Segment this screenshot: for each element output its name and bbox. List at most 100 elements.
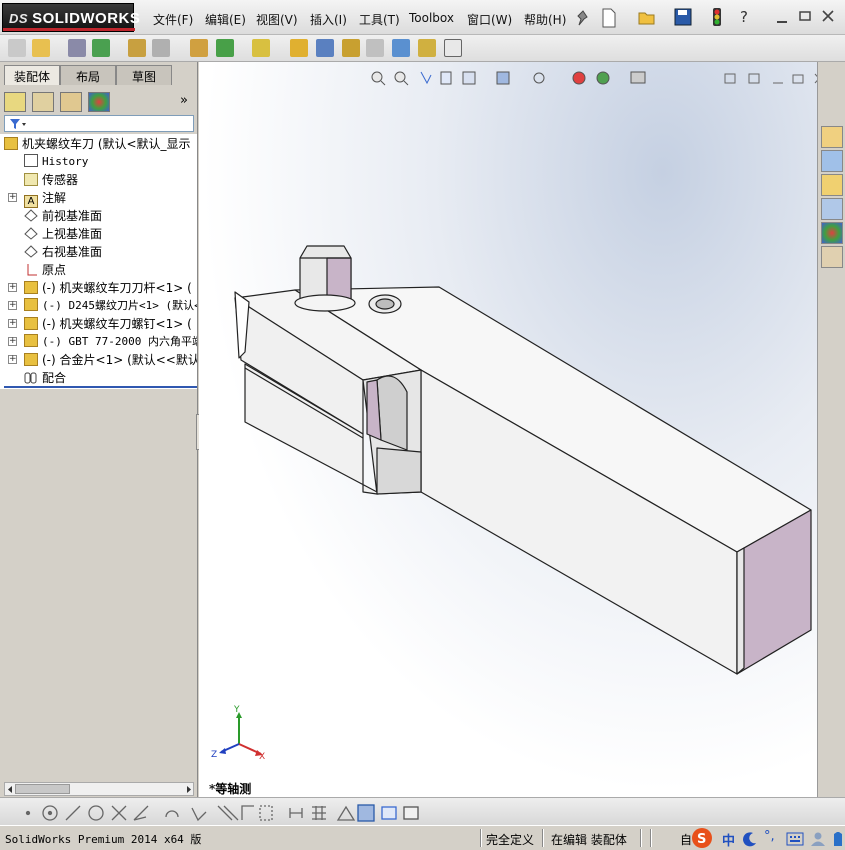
exploded-view-icon[interactable] bbox=[342, 39, 360, 57]
sketch-tools[interactable] bbox=[6, 803, 426, 823]
restore-window-icon[interactable] bbox=[798, 10, 812, 22]
minimize-window-icon[interactable] bbox=[775, 12, 789, 24]
tree-item-component[interactable]: (-) D245螺纹刀片<1> (默认< bbox=[24, 297, 197, 315]
tree-root[interactable]: 机夹螺纹车刀 (默认<默认_显示 bbox=[4, 135, 191, 153]
scroll-right-icon[interactable] bbox=[185, 785, 193, 794]
part-icon bbox=[24, 298, 38, 311]
half-width-moon-icon[interactable] bbox=[742, 831, 758, 847]
expand-toggle[interactable]: + bbox=[8, 283, 17, 292]
ime-mode-label[interactable]: 中 bbox=[722, 830, 735, 849]
tree-item-component[interactable]: (-) 机夹螺纹车刀刀杆<1> ( bbox=[24, 279, 192, 297]
take-snapshot-icon[interactable] bbox=[444, 39, 462, 57]
tree-horizontal-scrollbar[interactable] bbox=[4, 782, 194, 796]
tree-item-label: (-) 机夹螺纹车刀刀杆<1> ( bbox=[42, 281, 192, 295]
tab-assembly[interactable]: 装配体 bbox=[4, 65, 60, 85]
assembly-features-icon[interactable] bbox=[216, 39, 234, 57]
menu-help[interactable]: 帮助(H) bbox=[524, 11, 566, 28]
plane-icon bbox=[24, 245, 38, 258]
menu-edit[interactable]: 编辑(E) bbox=[205, 11, 246, 28]
scroll-left-icon[interactable] bbox=[6, 785, 14, 794]
reference-geometry-icon[interactable] bbox=[252, 39, 270, 57]
menu-toolbox[interactable]: Toolbox bbox=[409, 11, 454, 25]
tree-item-annotations[interactable]: A 注解 bbox=[24, 189, 66, 208]
configuration-manager-icon[interactable] bbox=[60, 92, 82, 112]
tree-item-origin[interactable]: 原点 bbox=[24, 261, 66, 279]
tree-item-right-plane[interactable]: 右视基准面 bbox=[24, 243, 102, 261]
expand-toggle[interactable]: + bbox=[8, 193, 17, 202]
instant3d-icon[interactable] bbox=[392, 39, 410, 57]
view-palette-icon[interactable] bbox=[821, 198, 843, 220]
menu-window[interactable]: 窗口(W) bbox=[467, 11, 512, 28]
scrollbar-thumb[interactable] bbox=[15, 784, 70, 794]
appearances-icon[interactable] bbox=[821, 222, 843, 244]
sogou-ime-logo-icon[interactable]: S bbox=[690, 827, 714, 849]
tree-item-front-plane[interactable]: 前视基准面 bbox=[24, 207, 102, 225]
tree-filter-input[interactable] bbox=[4, 115, 194, 132]
close-window-icon[interactable] bbox=[821, 9, 835, 23]
new-part-icon[interactable] bbox=[32, 39, 50, 57]
keyboard-icon[interactable] bbox=[786, 832, 804, 846]
tree-root-label: 机夹螺纹车刀 (默认<默认_显示 bbox=[22, 137, 191, 151]
tree-item-component[interactable]: (-) 合金片<1> (默认<<默认 bbox=[24, 351, 197, 369]
custom-properties-icon[interactable] bbox=[821, 246, 843, 268]
panel-icon-row: » bbox=[2, 90, 196, 114]
bill-of-materials-icon[interactable] bbox=[316, 39, 334, 57]
save-icon[interactable] bbox=[674, 8, 692, 26]
display-manager-icon[interactable] bbox=[88, 92, 110, 112]
tree-item-history[interactable]: History bbox=[24, 153, 88, 171]
expand-toggle[interactable]: + bbox=[8, 337, 17, 346]
tree-item-mates[interactable]: 配合 bbox=[24, 369, 66, 387]
expand-toggle[interactable]: + bbox=[8, 301, 17, 310]
show-hidden-icon[interactable] bbox=[190, 39, 208, 57]
tree-item-sensors[interactable]: 传感器 bbox=[24, 171, 78, 189]
tree-item-label: (-) GBT 77-2000 内六角平端 bbox=[42, 335, 197, 348]
insert-component-icon[interactable] bbox=[8, 39, 26, 57]
graphics-area[interactable]: Y X Z *等轴测 bbox=[199, 62, 817, 797]
menu-tools[interactable]: 工具(T) bbox=[359, 11, 400, 28]
menu-insert[interactable]: 插入(I) bbox=[310, 11, 347, 28]
linear-pattern-icon[interactable] bbox=[92, 39, 110, 57]
design-library-icon[interactable] bbox=[821, 150, 843, 172]
skin-shirt-icon[interactable] bbox=[832, 831, 844, 847]
property-manager-icon[interactable] bbox=[32, 92, 54, 112]
tab-sketch[interactable]: 草图 bbox=[116, 65, 172, 85]
expand-panel-icon[interactable]: » bbox=[180, 93, 188, 108]
rebuild-traffic-light-icon[interactable] bbox=[712, 7, 722, 27]
help-icon[interactable]: ? bbox=[740, 8, 748, 26]
expand-toggle[interactable]: + bbox=[8, 355, 17, 364]
solidworks-logo[interactable]: DS SOLIDWORKS bbox=[2, 3, 140, 32]
user-account-icon[interactable] bbox=[810, 831, 826, 847]
solidworks-resources-icon[interactable] bbox=[821, 126, 843, 148]
update-speedpak-icon[interactable] bbox=[418, 39, 436, 57]
tree-item-label: 原点 bbox=[42, 263, 67, 277]
view-orientation-label: *等轴测 bbox=[209, 782, 252, 796]
part-icon bbox=[24, 334, 38, 347]
expand-toggle[interactable]: + bbox=[8, 319, 17, 328]
new-document-icon[interactable] bbox=[601, 8, 617, 28]
tree-item-component[interactable]: (-) GBT 77-2000 内六角平端 bbox=[24, 333, 197, 351]
tree-item-component[interactable]: (-) 机夹螺纹车刀螺钉<1> ( bbox=[24, 315, 192, 333]
mate-icon[interactable] bbox=[68, 39, 86, 57]
origin-icon bbox=[24, 263, 38, 276]
tree-item-top-plane[interactable]: 上视基准面 bbox=[24, 225, 102, 243]
move-component-icon[interactable] bbox=[152, 39, 170, 57]
task-pane-tabs bbox=[817, 62, 845, 797]
smart-fasteners-icon[interactable] bbox=[128, 39, 146, 57]
new-motion-study-icon[interactable] bbox=[290, 39, 308, 57]
tree-item-label: 配合 bbox=[42, 371, 67, 385]
pin-icon[interactable] bbox=[575, 9, 591, 27]
open-folder-icon[interactable] bbox=[638, 9, 656, 25]
axis-y-label: Y bbox=[234, 705, 240, 715]
tree-item-label: History bbox=[42, 155, 89, 168]
punctuation-icon[interactable]: °, bbox=[764, 829, 775, 844]
axis-z-label: Z bbox=[211, 750, 218, 760]
menu-view[interactable]: 视图(V) bbox=[256, 11, 298, 28]
feature-manager-icon[interactable] bbox=[4, 92, 26, 112]
tree-item-label: 前视基准面 bbox=[42, 209, 103, 223]
file-explorer-icon[interactable] bbox=[821, 174, 843, 196]
ime-toolbar[interactable]: S 中 °, bbox=[690, 827, 845, 850]
tab-layout[interactable]: 布局 bbox=[60, 65, 116, 85]
menu-file[interactable]: 文件(F) bbox=[153, 11, 193, 28]
explode-line-sketch-icon[interactable] bbox=[366, 39, 384, 57]
tool-holder-model[interactable] bbox=[199, 62, 817, 797]
